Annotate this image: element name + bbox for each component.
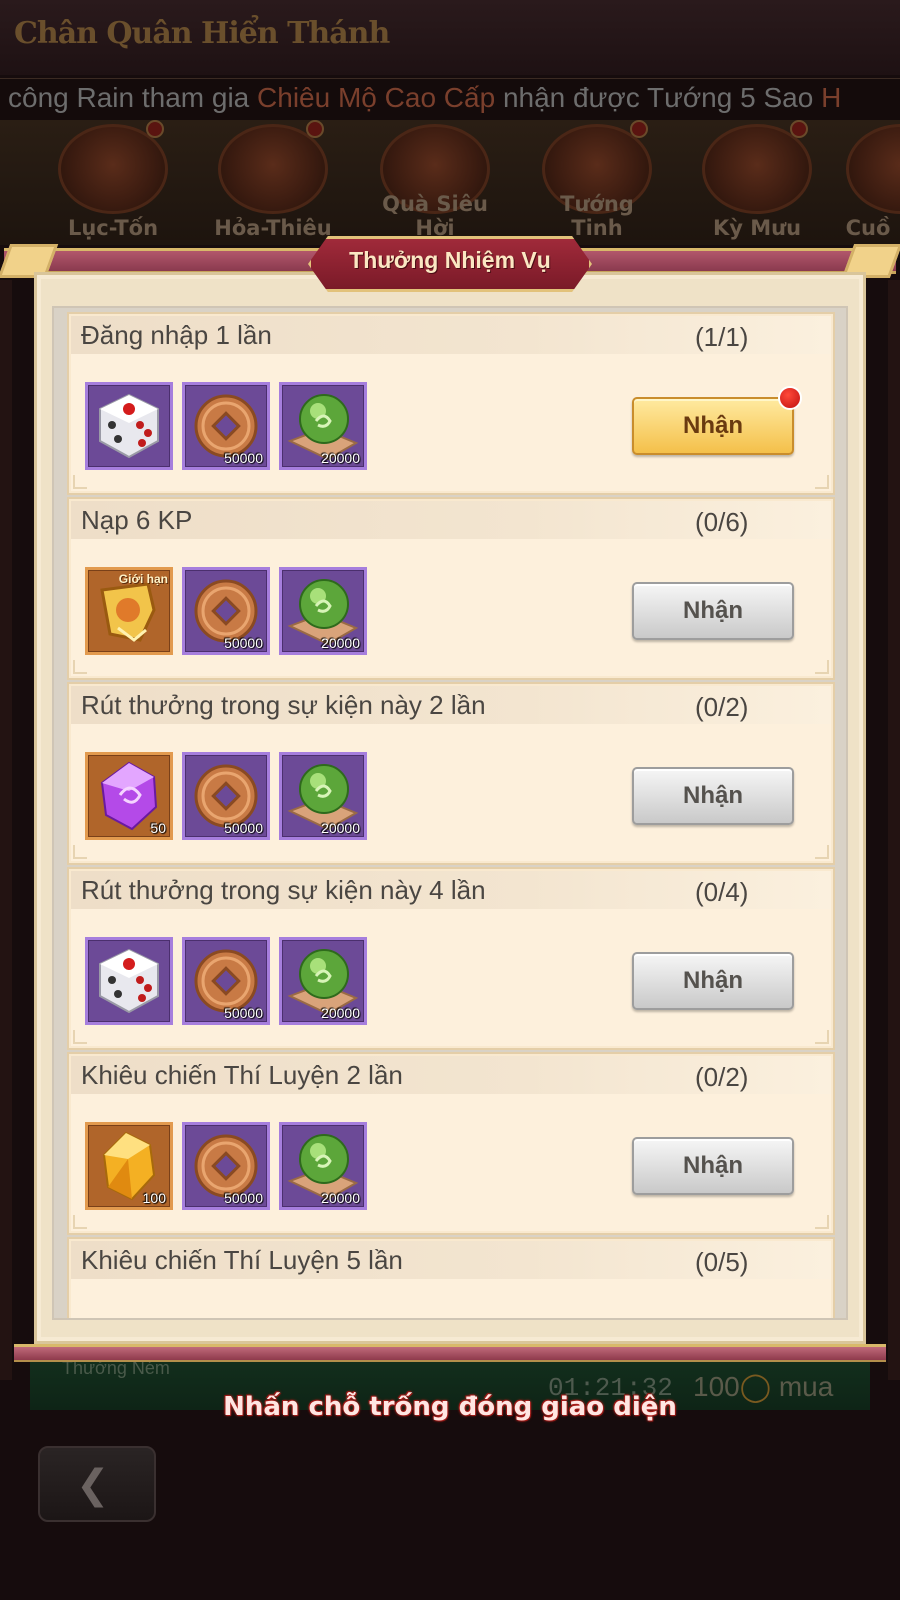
task-card: Nạp 6 KP (0/6) Giới hạn 50000 20000 Nhận	[67, 497, 835, 680]
task-progress: (0/2)	[695, 692, 749, 722]
feature-hoa-thieu[interactable]: Hỏa-Thiêu	[208, 120, 338, 242]
item-count: 50	[150, 820, 166, 836]
modal-title: Thưởng Nhiệm Vụ	[349, 247, 551, 273]
task-title: Khiêu chiến Thí Luyện 5 lần	[81, 1245, 403, 1275]
card-corner-ornament	[815, 660, 829, 674]
item-count: 20000	[321, 1005, 360, 1021]
feature-luc-ton[interactable]: Lục-Tốn	[48, 120, 178, 242]
reward-item-slot[interactable]: Giới hạn	[85, 567, 173, 655]
feature-qua-sieu-hoi[interactable]: Quà Siêu Hời	[370, 122, 500, 242]
reward-item-slot[interactable]: 50	[85, 752, 173, 840]
notification-dot	[778, 386, 802, 410]
item-count: 50000	[224, 450, 263, 466]
card-corner-ornament	[73, 1215, 87, 1229]
notification-dot	[306, 120, 324, 138]
claim-button[interactable]: Nhận	[632, 952, 794, 1010]
card-corner-ornament	[815, 475, 829, 489]
task-card: Rút thưởng trong sự kiện này 2 lần (0/2) 5…	[67, 682, 835, 865]
reward-item-slot[interactable]: 50000	[182, 752, 270, 840]
feature-icon-row: Lục-Tốn Hỏa-Thiêu Quà Siêu Hời Tướng Tin…	[0, 120, 900, 245]
card-corner-ornament	[73, 660, 87, 674]
claim-button[interactable]: Nhận	[632, 767, 794, 825]
feature-label: Tướng Tinh	[560, 192, 634, 240]
back-arrow-icon: ❮	[76, 1463, 110, 1507]
feature-ky-muu[interactable]: Kỳ Mưu	[692, 120, 822, 242]
item-count: 50000	[224, 1190, 263, 1206]
feature-label: Lục-Tốn	[67, 216, 159, 240]
item-count: 50000	[224, 635, 263, 651]
notification-dot	[630, 120, 648, 138]
feature-label: Hỏa-Thiêu	[214, 216, 332, 240]
reward-item-slot[interactable]	[85, 937, 173, 1025]
reward-item-slot[interactable]: 20000	[279, 567, 367, 655]
item-count: 20000	[321, 635, 360, 651]
card-corner-ornament	[73, 845, 87, 859]
feature-label: Cuồ	[845, 216, 891, 240]
task-progress: (0/6)	[695, 507, 749, 537]
feature-label: Kỳ Mưu	[712, 216, 802, 240]
item-count: 20000	[321, 820, 360, 836]
claim-button[interactable]: Nhận	[632, 1137, 794, 1195]
reward-item-slot[interactable]: 50000	[182, 567, 270, 655]
reward-item-slot[interactable]: 20000	[279, 937, 367, 1025]
task-progress: (1/1)	[695, 322, 749, 352]
modal-bottom-rail	[14, 1344, 886, 1362]
dice-icon	[88, 940, 170, 1022]
item-count: 100	[142, 1190, 166, 1206]
task-card: Rút thưởng trong sự kiện này 4 lần (0/4) 5…	[67, 867, 835, 1050]
card-corner-ornament	[815, 845, 829, 859]
claim-button[interactable]: Nhận	[632, 397, 794, 455]
card-corner-ornament	[73, 475, 87, 489]
notification-dot	[146, 120, 164, 138]
task-title: Đăng nhập 1 lần	[81, 320, 272, 350]
reward-item-slot[interactable]: 50000	[182, 1122, 270, 1210]
reward-item-slot[interactable]: 20000	[279, 382, 367, 470]
marquee-part-1: công Rain tham gia	[8, 82, 258, 113]
task-title: Nạp 6 KP	[81, 505, 193, 535]
task-title: Rút thưởng trong sự kiện này 4 lần	[81, 875, 486, 905]
reward-item-slot[interactable]	[85, 382, 173, 470]
card-corner-ornament	[815, 1215, 829, 1229]
marquee-part-2: nhận được Tướng 5 Sao	[495, 82, 822, 113]
task-card: Khiêu chiến Thí Luyện 5 lần (0/5)	[67, 1237, 835, 1318]
game-title: Chân Quân Hiển Thánh	[14, 16, 390, 51]
task-card: Đăng nhập 1 lần (1/1) 50000 20000 Nhận	[67, 312, 835, 495]
feature-emblem-icon	[846, 124, 900, 214]
background-side-left	[0, 280, 12, 1380]
notification-dot	[790, 120, 808, 138]
background-side-right	[888, 280, 900, 1380]
dice-icon	[88, 385, 170, 467]
close-hint[interactable]: Nhấn chỗ trống đóng giao diện	[0, 1392, 900, 1422]
task-progress: (0/5)	[695, 1247, 749, 1277]
announcement-marquee: công Rain tham gia Chiêu Mộ Cao Cấp nhận…	[0, 78, 900, 120]
item-count: 20000	[321, 1190, 360, 1206]
reward-item-slot[interactable]: 20000	[279, 1122, 367, 1210]
item-count: 50000	[224, 1005, 263, 1021]
task-progress: (0/2)	[695, 1062, 749, 1092]
card-corner-ornament	[73, 1030, 87, 1044]
item-count: 50000	[224, 820, 263, 836]
reward-item-slot[interactable]: 20000	[279, 752, 367, 840]
task-title: Rút thưởng trong sự kiện này 2 lần	[81, 690, 486, 720]
task-progress: (0/4)	[695, 877, 749, 907]
reward-item-slot[interactable]: 50000	[182, 937, 270, 1025]
reward-item-slot[interactable]: 100	[85, 1122, 173, 1210]
card-corner-ornament	[815, 1030, 829, 1044]
reward-item-slot[interactable]: 50000	[182, 382, 270, 470]
task-list[interactable]: Đăng nhập 1 lần (1/1) 50000 20000 Nhận Nạp 6 …	[52, 306, 848, 1320]
claim-button[interactable]: Nhận	[632, 582, 794, 640]
marquee-text: công Rain tham gia Chiêu Mộ Cao Cấp nhận…	[8, 82, 841, 114]
back-button[interactable]: ❮	[38, 1446, 156, 1522]
feature-cuo[interactable]: Cuồ	[836, 122, 900, 242]
feature-label: Quà Siêu Hời	[382, 192, 488, 240]
feature-tuong-tinh[interactable]: Tướng Tinh	[532, 120, 662, 242]
marquee-highlight: Chiêu Mộ Cao Cấp	[257, 82, 496, 113]
marquee-tail: H	[821, 82, 842, 113]
task-card: Khiêu chiến Thí Luyện 2 lần (0/2) 100 50000…	[67, 1052, 835, 1235]
item-count: 20000	[321, 450, 360, 466]
task-title: Khiêu chiến Thí Luyện 2 lần	[81, 1060, 403, 1090]
limited-tag: Giới hạn	[118, 572, 168, 586]
